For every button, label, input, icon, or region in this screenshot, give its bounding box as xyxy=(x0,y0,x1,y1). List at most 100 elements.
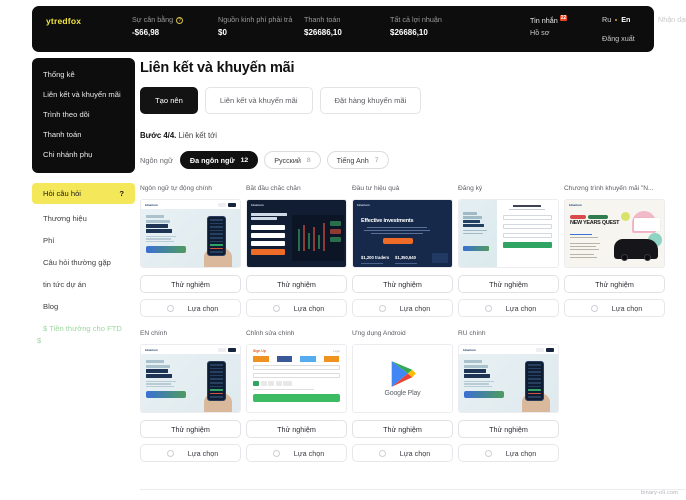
test-button[interactable]: Thử nghiệm xyxy=(458,420,559,438)
sidebar-item-faq[interactable]: Câu hỏi thường gặp xyxy=(32,252,135,274)
sidebar-item-sub-branches[interactable]: Chi nhánh phụ xyxy=(32,145,135,165)
stat-profit-label: Tất cả lợi nhuận xyxy=(390,15,442,24)
test-button[interactable]: Thử nghiệm xyxy=(140,420,241,438)
thumb-stat-2: $1,350,640 xyxy=(395,255,416,260)
choose-button[interactable]: Lựa chọn xyxy=(246,444,347,462)
radio-icon[interactable] xyxy=(272,449,280,457)
lang-ru-option[interactable]: Ru xyxy=(602,15,611,24)
lang-en-option[interactable]: En xyxy=(621,15,630,24)
radio-icon[interactable] xyxy=(484,304,492,312)
sidebar-item-project-news[interactable]: tin tức dự án xyxy=(32,274,135,296)
radio-icon[interactable] xyxy=(166,304,174,312)
promo-thumbnail[interactable]: binarium Effective investments $1,200 tr… xyxy=(352,199,453,268)
question-mark-icon: ? xyxy=(119,189,124,198)
promo-card: Ngôn ngữ tự động chính binarium Thử nghi… xyxy=(140,185,241,317)
step-description: Liên kết tới xyxy=(178,131,218,140)
promo-card-label: Chỉnh sửa chính xyxy=(246,330,295,337)
sidebar-item-fees[interactable]: Phí xyxy=(32,230,135,252)
logout-link[interactable]: Đăng xuất xyxy=(602,33,658,45)
choose-button[interactable]: Lựa chọn xyxy=(564,299,665,317)
stat-balance: Sự cân bằng ? -$66,98 xyxy=(132,15,218,39)
choose-button[interactable]: Lựa chọn xyxy=(246,299,347,317)
thumb-art-effective-investments: Effective investments $1,200 traders $1,… xyxy=(353,209,452,267)
promo-thumbnail[interactable]: binarium xyxy=(140,344,241,413)
radio-icon[interactable] xyxy=(166,449,174,457)
test-button[interactable]: Thử nghiệm xyxy=(352,420,453,438)
choose-label: Lựa chọn xyxy=(399,303,431,313)
watermark: binary-oli.com xyxy=(640,490,678,496)
promo-thumbnail[interactable]: binarium xyxy=(458,344,559,413)
promo-card: Đầu tư hiệu quả binarium Effective inves… xyxy=(352,185,453,317)
step-indicator: Bước 4/4. Liên kết tới xyxy=(140,131,686,140)
choose-label: Lựa chọn xyxy=(505,448,537,458)
thumb-logo-icon: binarium xyxy=(145,202,158,207)
promo-thumbnail[interactable] xyxy=(458,199,559,268)
tab-links-and-promos[interactable]: Liên kết và khuyến mãi xyxy=(204,87,313,114)
test-button[interactable]: Thử nghiệm xyxy=(564,275,665,293)
chip-russian[interactable]: Русский 8 xyxy=(264,151,321,169)
tab-order-promo[interactable]: Đặt hàng khuyến mãi xyxy=(319,87,422,114)
promo-thumbnail[interactable]: Sign Up Login xyxy=(246,344,347,413)
thumb-logo-icon: binarium xyxy=(463,347,476,352)
promo-card-label: EN chính xyxy=(140,330,168,337)
stat-profit-value: $26686,10 xyxy=(390,28,428,37)
promo-card: Bắt đầu chắc chắn binarium Thử nghiệm Lự… xyxy=(246,185,347,317)
test-button[interactable]: Thử nghiệm xyxy=(246,420,347,438)
choose-button[interactable]: Lựa chọn xyxy=(352,299,453,317)
sidebar-item-brand[interactable]: Thương hiệu xyxy=(32,208,135,230)
choose-button[interactable]: Lựa chọn xyxy=(458,299,559,317)
promo-card-empty xyxy=(564,330,665,462)
choose-button[interactable]: Lựa chọn xyxy=(352,444,453,462)
choose-button[interactable]: Lựa chọn xyxy=(458,444,559,462)
choose-button[interactable]: Lựa chọn xyxy=(140,444,241,462)
messages-link[interactable]: Tin nhắn xyxy=(530,15,558,27)
radio-icon[interactable] xyxy=(484,449,492,457)
brand-logo[interactable]: ytredfox xyxy=(46,15,132,26)
promo-card-label: Ứng dụng Android xyxy=(352,330,406,337)
account-label[interactable]: Nhận dạng xyxy=(658,15,686,24)
promo-thumbnail[interactable]: Google Play xyxy=(352,344,453,413)
thumb-login-link: Login xyxy=(333,349,340,353)
sidebar-item-links-and-promos[interactable]: Liên kết và khuyến mãi xyxy=(32,85,135,105)
sidebar-primary-nav: Thống kê Liên kết và khuyến mãi Trình th… xyxy=(32,58,135,173)
sidebar-item-payments[interactable]: Thanh toán xyxy=(32,125,135,145)
thumb-stat-1: $1,200 traders xyxy=(361,255,390,260)
promo-thumbnail[interactable]: binarium NEW YEARS QUEST xyxy=(564,199,665,268)
radio-icon[interactable] xyxy=(272,304,280,312)
sidebar-secondary-nav: Thương hiệu Phí Câu hỏi thường gặp tin t… xyxy=(32,208,135,345)
profile-link[interactable]: Hồ sơ xyxy=(530,27,602,39)
stat-payment: Thanh toán $26686,10 xyxy=(304,15,390,39)
radio-icon[interactable] xyxy=(378,449,386,457)
radio-icon[interactable] xyxy=(378,304,386,312)
test-button[interactable]: Thử nghiệm xyxy=(246,275,347,293)
sidebar-item-blog[interactable]: Blog xyxy=(32,296,135,318)
choose-button[interactable]: Lựa chọn xyxy=(140,299,241,317)
test-button[interactable]: Thử nghiệm xyxy=(458,275,559,293)
thumb-signup-header: Sign Up xyxy=(253,349,266,353)
radio-icon[interactable] xyxy=(590,304,598,312)
sidebar-item-statistics[interactable]: Thống kê xyxy=(32,65,135,85)
promo-card: Chỉnh sửa chính Sign Up Login Thử nghiệm… xyxy=(246,330,347,462)
promo-thumbnail[interactable]: binarium xyxy=(140,199,241,268)
sidebar-ask-question-button[interactable]: Hỏi câu hỏi ? xyxy=(32,183,135,204)
chip-multilanguage[interactable]: Đa ngôn ngữ 12 xyxy=(179,151,259,169)
grid-row-spacer xyxy=(140,317,665,330)
promo-card-label: Ngôn ngữ tự động chính xyxy=(140,185,212,192)
promo-card-label: Bắt đầu chắc chắn xyxy=(246,185,301,192)
thumb-navbar: binarium xyxy=(565,200,664,209)
test-button[interactable]: Thử nghiệm xyxy=(140,275,241,293)
tab-create[interactable]: Tạo nên xyxy=(140,87,198,114)
language-filter: Ngôn ngữ Đa ngôn ngữ 12 Русский 8 Tiếng … xyxy=(140,151,686,169)
help-icon[interactable]: ? xyxy=(176,16,184,24)
content-tabs: Tạo nên Liên kết và khuyến mãi Đặt hàng … xyxy=(140,87,686,114)
promo-thumbnail[interactable]: binarium xyxy=(246,199,347,268)
promo-card-label: Đầu tư hiệu quả xyxy=(352,185,400,192)
account-menu[interactable]: Nhận dạng xyxy=(658,15,686,24)
chip-english[interactable]: Tiếng Anh 7 xyxy=(326,151,389,169)
test-button[interactable]: Thử nghiệm xyxy=(352,275,453,293)
sidebar-item-tracker[interactable]: Trình theo dõi xyxy=(32,105,135,125)
thumb-navbar: binarium xyxy=(247,200,346,209)
promo-card: Đăng ký Thử nghiệm Lựa chọn xyxy=(458,185,559,317)
language-switcher: Ru En Đăng xuất xyxy=(602,15,658,45)
chip-russian-count: 8 xyxy=(306,156,311,164)
